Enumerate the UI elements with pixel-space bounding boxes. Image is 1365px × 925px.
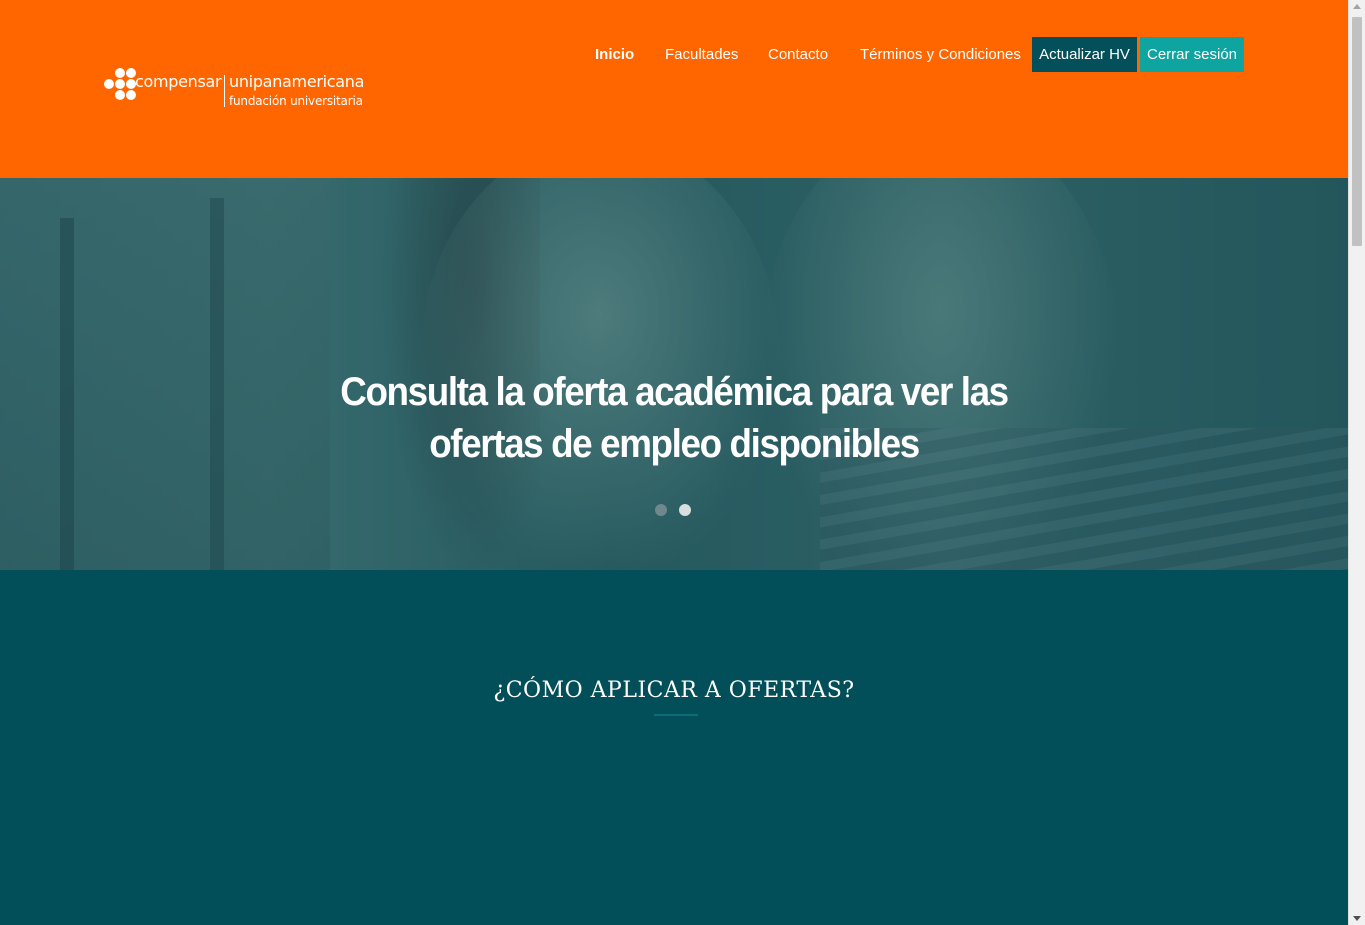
logo-name-text: unipanamericana bbox=[229, 72, 365, 91]
section-title-underline bbox=[654, 714, 698, 716]
logo-divider bbox=[224, 75, 225, 107]
scroll-down-arrow-icon[interactable] bbox=[1353, 916, 1361, 921]
logout-button[interactable]: Cerrar sesión bbox=[1140, 37, 1244, 72]
carousel-dot-2[interactable] bbox=[679, 504, 691, 516]
site-logo[interactable]: compensar unipanamericana fundación univ… bbox=[104, 68, 366, 108]
hero-carousel: Consulta la oferta académica para ver la… bbox=[0, 178, 1348, 570]
scrollbar-thumb[interactable] bbox=[1352, 17, 1362, 246]
update-cv-button[interactable]: Actualizar HV bbox=[1032, 37, 1137, 72]
hero-title: Consulta la oferta académica para ver la… bbox=[306, 366, 1042, 470]
logo-subtitle-text: fundación universitaria bbox=[229, 94, 363, 108]
nav-item-terminos[interactable]: Términos y Condiciones bbox=[860, 37, 1021, 72]
scroll-up-arrow-icon[interactable] bbox=[1353, 4, 1361, 9]
site-header: compensar unipanamericana fundación univ… bbox=[0, 0, 1348, 178]
hero-title-line2: ofertas de empleo disponibles bbox=[429, 422, 920, 466]
nav-item-inicio[interactable]: Inicio bbox=[595, 37, 634, 72]
section-title: ¿CÓMO APLICAR A OFERTAS? bbox=[493, 678, 855, 703]
nav-item-contacto[interactable]: Contacto bbox=[768, 37, 828, 72]
logo-brand-text: compensar bbox=[135, 72, 222, 91]
vertical-scrollbar[interactable] bbox=[1348, 0, 1365, 925]
main-nav: Inicio Facultades Contacto Términos y Co… bbox=[580, 37, 1260, 72]
carousel-dot-1[interactable] bbox=[655, 504, 667, 516]
hero-title-line1: Consulta la oferta académica para ver la… bbox=[340, 370, 1009, 414]
page: compensar unipanamericana fundación univ… bbox=[0, 0, 1348, 925]
carousel-indicators bbox=[655, 504, 695, 518]
compensar-dots-icon bbox=[104, 68, 136, 100]
nav-item-facultades[interactable]: Facultades bbox=[665, 37, 738, 72]
how-to-apply-section: ¿CÓMO APLICAR A OFERTAS? bbox=[0, 570, 1348, 925]
